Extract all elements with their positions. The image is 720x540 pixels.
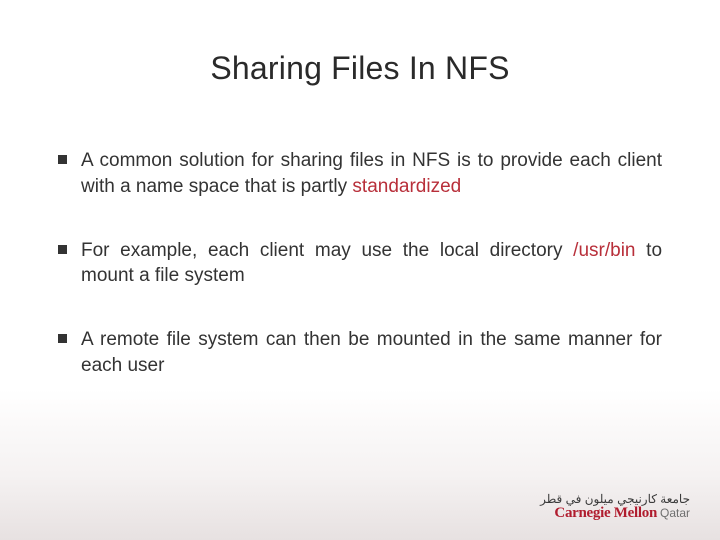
bullet-text-em: /usr/bin	[573, 240, 635, 261]
logo-english-row: Carnegie MellonQatar	[540, 505, 690, 522]
logo-arabic: جامعة كارنيجي ميلون في قطر	[540, 493, 690, 506]
logo-qatar: Qatar	[660, 506, 690, 520]
slide: Sharing Files In NFS A common solution f…	[0, 0, 720, 540]
bullet-text: A common solution for sharing files in N…	[81, 148, 662, 200]
slide-title: Sharing Files In NFS	[0, 50, 720, 87]
bullet-marker-icon	[58, 155, 67, 164]
slide-content: A common solution for sharing files in N…	[58, 148, 662, 417]
bullet-text: For example, each client may use the loc…	[81, 238, 662, 290]
logo-english: Carnegie Mellon	[554, 505, 657, 521]
bullet-item: A common solution for sharing files in N…	[58, 148, 662, 200]
bullet-item: For example, each client may use the loc…	[58, 238, 662, 290]
bullet-marker-icon	[58, 334, 67, 343]
bullet-text-em: standardized	[352, 176, 461, 197]
bullet-text: A remote file system can then be mounted…	[81, 327, 662, 379]
bullet-text-pre: A remote file system can then be mounted…	[81, 329, 662, 376]
footer-logo: جامعة كارنيجي ميلون في قطر Carnegie Mell…	[540, 493, 690, 522]
bullet-marker-icon	[58, 245, 67, 254]
bullet-text-pre: For example, each client may use the loc…	[81, 240, 573, 261]
bullet-item: A remote file system can then be mounted…	[58, 327, 662, 379]
